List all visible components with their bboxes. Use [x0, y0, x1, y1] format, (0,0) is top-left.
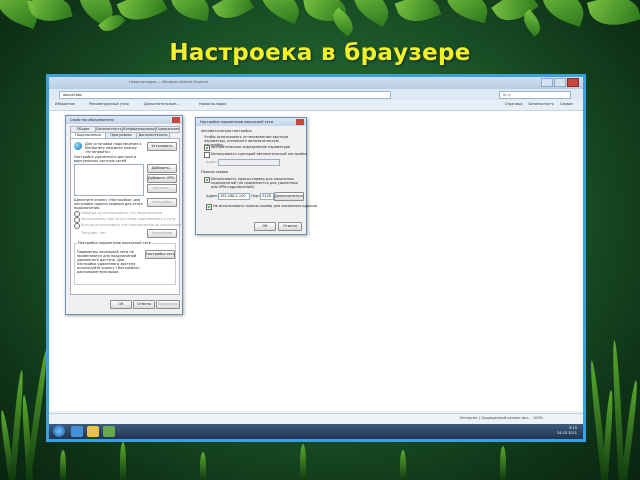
- internet-options-dialog: Свойства обозревателя Общие Безопасность…: [65, 115, 183, 315]
- settings-text: Щелкните кнопку «Настройка» для настройк…: [74, 198, 143, 210]
- settings-button[interactable]: Настройка: [147, 198, 177, 207]
- lan-settings-group: Настройка параметров локальной сети Пара…: [74, 241, 176, 285]
- favorites-button[interactable]: Избранное: [55, 102, 75, 106]
- advanced-button[interactable]: Дополнительно: [274, 192, 304, 201]
- slide-title: Настроека в браузере: [169, 40, 471, 66]
- bypass-local-label: Не использовать прокси-сервер для локаль…: [213, 204, 318, 208]
- use-proxy-checkbox[interactable]: [204, 177, 210, 183]
- setup-button[interactable]: Установить: [147, 142, 177, 151]
- address-value: about:tabs: [63, 93, 82, 97]
- status-bar: Интернет | Защищенный режим: вкл. 100%: [49, 413, 583, 424]
- script-address-label: Адрес: [206, 160, 218, 164]
- minimize-button[interactable]: [541, 78, 553, 87]
- dialog-close-button[interactable]: [172, 117, 180, 123]
- setup-text: Для установки подключения к Интернету на…: [85, 142, 142, 154]
- radio-never-label: Никогда не использовать это подключение: [81, 211, 162, 215]
- tab-new-tab[interactable]: Новая вкладка: [199, 102, 226, 106]
- lan-dialog-title: Настройка параметров локальной сети: [196, 118, 306, 126]
- dialog-title: Свойства обозревателя: [66, 116, 182, 124]
- use-proxy-label: Использовать прокси-сервер для локальных…: [211, 177, 298, 189]
- auto-config-title: Автоматическая настройка: [201, 129, 252, 133]
- cmd-tools[interactable]: Сервис: [560, 102, 573, 106]
- proxy-address-label: Адрес:: [206, 194, 219, 198]
- status-text: Интернет | Защищенный режим: вкл. 100%: [460, 416, 543, 420]
- search-placeholder: Bing: [503, 93, 511, 97]
- script-address-input[interactable]: [218, 159, 280, 166]
- add-vpn-button[interactable]: Добавить VPN...: [147, 174, 177, 183]
- lan-dialog-close-button[interactable]: [296, 119, 304, 125]
- globe-icon: [74, 142, 82, 150]
- lan-ok-button[interactable]: ОК: [254, 222, 276, 231]
- cmd-safety[interactable]: Безопасность: [529, 102, 554, 106]
- lan-text: Параметры локальной сети не применяются …: [77, 250, 141, 274]
- proxy-port-input[interactable]: 3128: [260, 193, 274, 200]
- fav-item-addons[interactable]: Дополнительные...: [144, 102, 179, 106]
- close-button[interactable]: [567, 78, 579, 87]
- proxy-port-value: 3128: [262, 194, 271, 198]
- lan-group-title: Настройка параметров локальной сети: [77, 241, 153, 245]
- use-script-checkbox[interactable]: [204, 152, 210, 158]
- ie-taskbar-icon[interactable]: [71, 426, 83, 437]
- bypass-local-checkbox[interactable]: [206, 204, 212, 210]
- taskbar-clock: 9:15 24.03.2011: [556, 426, 577, 435]
- radio-always-label: Всегда использовать это подключение по у…: [81, 223, 182, 227]
- lan-cancel-button[interactable]: Отмена: [278, 222, 302, 231]
- radio-always[interactable]: [74, 223, 80, 229]
- remove-button[interactable]: Удалить...: [147, 184, 177, 193]
- default-button[interactable]: Умолчание: [147, 229, 177, 238]
- ok-button[interactable]: ОК: [110, 300, 132, 309]
- auto-detect-checkbox[interactable]: [204, 145, 210, 151]
- connections-list[interactable]: [74, 164, 144, 196]
- proxy-address-input[interactable]: 192.168.1.100: [218, 193, 250, 200]
- window-title: Новая вкладка — Windows Internet Explore…: [129, 80, 209, 84]
- start-button[interactable]: [53, 425, 65, 437]
- radio-no-network-label: Использовать при отсутствии подключения …: [81, 217, 176, 221]
- taskbar: 9:15 24.03.2011: [49, 424, 583, 439]
- media-taskbar-icon[interactable]: [103, 426, 115, 437]
- zoom-level: 100%: [532, 416, 543, 420]
- auto-detect-label: Автоматическое определение параметров: [211, 145, 291, 149]
- browser-titlebar: Новая вкладка — Windows Internet Explore…: [49, 77, 583, 89]
- explorer-taskbar-icon[interactable]: [87, 426, 99, 437]
- proxy-group-title: Прокси-сервер: [201, 170, 229, 174]
- current-label: Текущее Нет: [81, 231, 107, 235]
- proxy-address-value: 192.168.1.100: [220, 194, 246, 198]
- address-field[interactable]: about:tabs: [59, 91, 391, 99]
- command-bar: Страница Безопасность Сервис: [505, 102, 573, 106]
- window-controls: [541, 78, 579, 87]
- dialup-label: Настройка удаленного доступа и виртуальн…: [74, 155, 137, 163]
- lan-settings-dialog: Настройка параметров локальной сети Авто…: [195, 117, 317, 235]
- cancel-button[interactable]: Отмена: [133, 300, 155, 309]
- fav-item-recommended[interactable]: Рекомендуемые узлы: [89, 102, 129, 106]
- address-bar-row: about:tabs Bing: [49, 89, 583, 100]
- favorites-bar: Избранное Рекомендуемые узлы Дополнитель…: [49, 100, 583, 111]
- search-field[interactable]: Bing: [499, 91, 571, 99]
- browser-screenshot: Новая вкладка — Windows Internet Explore…: [46, 74, 586, 442]
- lan-settings-button[interactable]: Настройка сети: [145, 250, 175, 259]
- cmd-page[interactable]: Страница: [505, 102, 523, 106]
- apply-button[interactable]: Применить: [156, 300, 180, 309]
- use-script-label: Использовать сценарий автоматической нас…: [211, 152, 308, 156]
- add-button[interactable]: Добавить...: [147, 164, 177, 173]
- connections-panel: Для установки подключения к Интернету на…: [70, 138, 182, 295]
- maximize-button[interactable]: [554, 78, 566, 87]
